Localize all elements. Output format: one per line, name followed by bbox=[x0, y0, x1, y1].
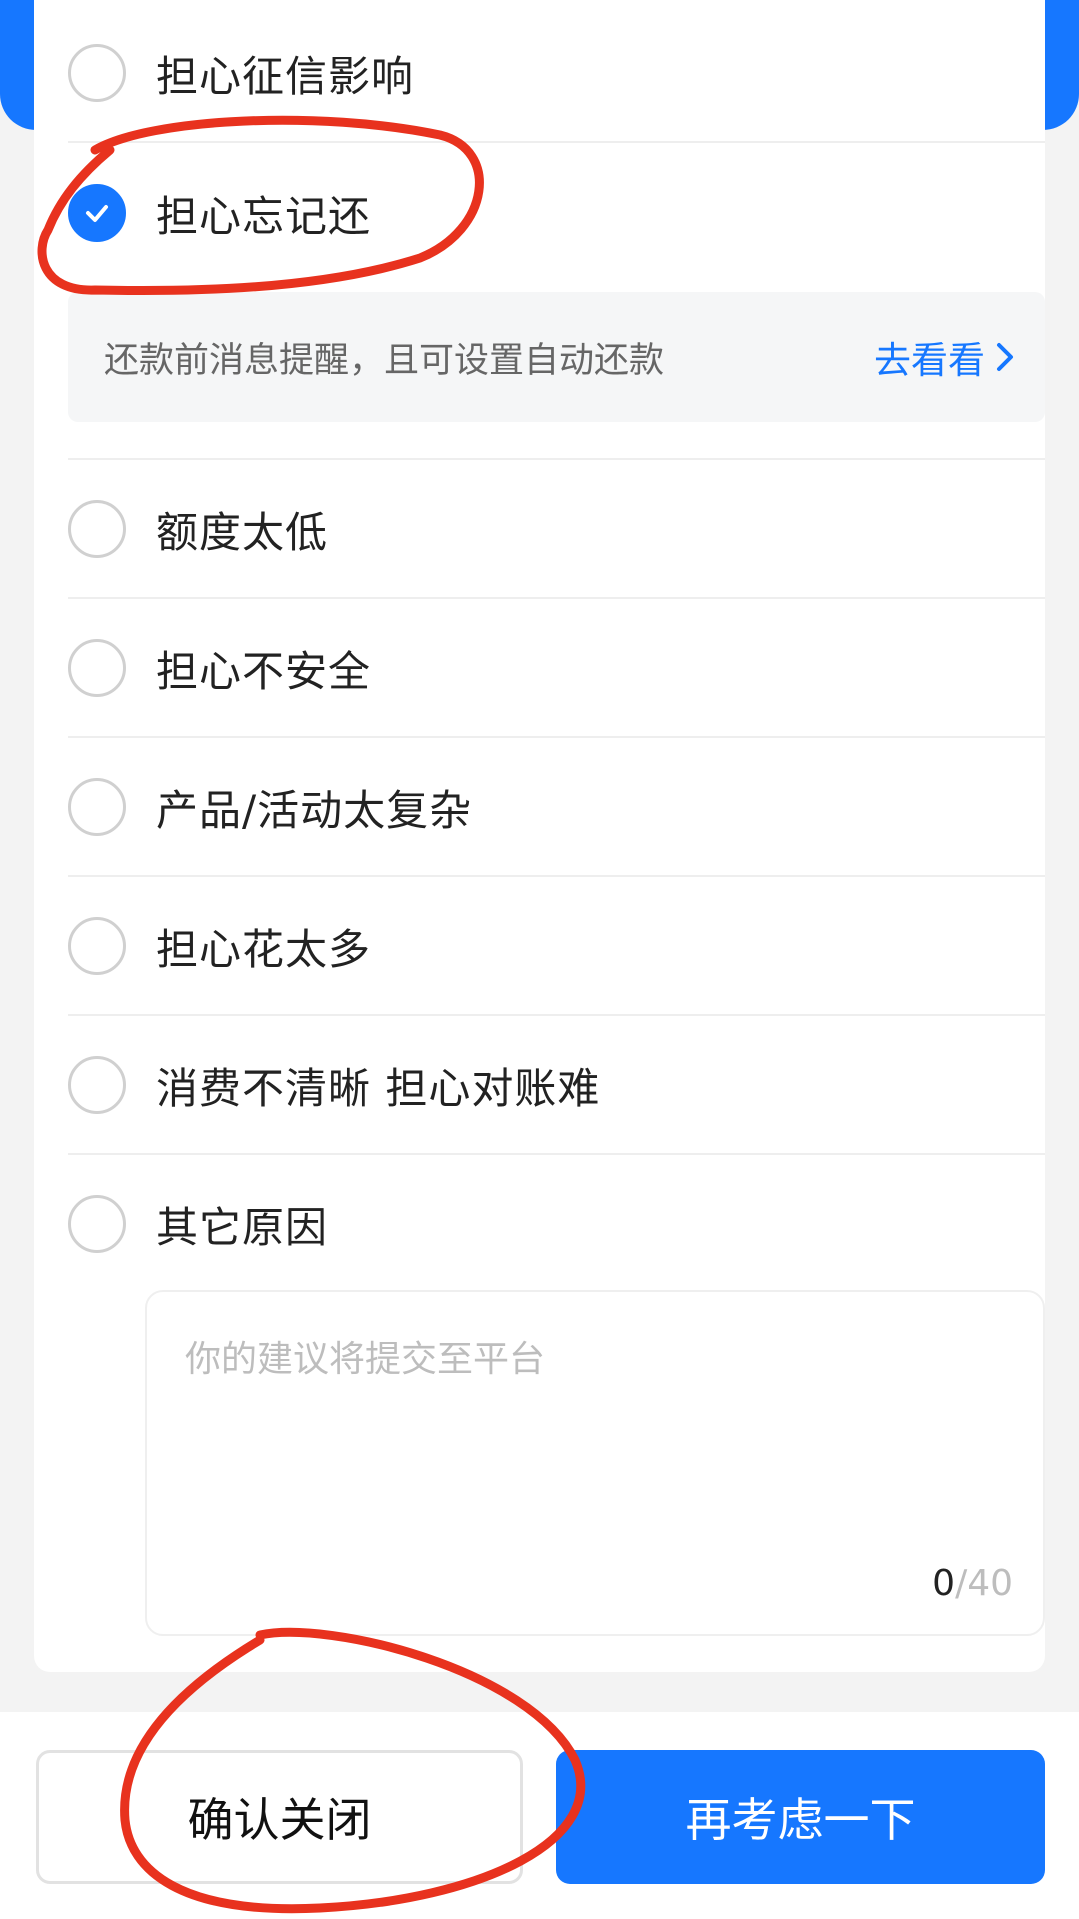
feedback-input[interactable] bbox=[183, 1328, 1007, 1552]
char-count: 0 bbox=[932, 1563, 956, 1604]
option-other-reason[interactable]: 其它原因 bbox=[68, 1155, 1045, 1293]
radio-unchecked-icon[interactable] bbox=[68, 500, 126, 558]
option-label: 其它原因 bbox=[156, 1202, 329, 1252]
option-forget-repay[interactable]: 担心忘记还 bbox=[68, 144, 1045, 282]
radio-checked-icon[interactable] bbox=[68, 184, 126, 242]
option-label: 额度太低 bbox=[156, 507, 329, 557]
option-overspend[interactable]: 担心花太多 bbox=[68, 877, 1045, 1015]
go-see-link[interactable]: 去看看 bbox=[874, 292, 1015, 422]
option-label: 担心征信影响 bbox=[156, 51, 415, 101]
radio-unchecked-icon[interactable] bbox=[68, 917, 126, 975]
option-label: 担心不安全 bbox=[156, 646, 372, 696]
option-credit-impact[interactable]: 担心征信影响 bbox=[68, 4, 1045, 142]
confirm-close-button[interactable]: 确认关闭 bbox=[36, 1750, 523, 1884]
option-too-complex[interactable]: 产品/活动太复杂 bbox=[68, 738, 1045, 876]
option-label: 担心花太多 bbox=[156, 924, 372, 974]
reminder-tip: 还款前消息提醒，且可设置自动还款 去看看 bbox=[68, 292, 1045, 422]
reconsider-button[interactable]: 再考虑一下 bbox=[556, 1750, 1045, 1884]
option-unclear-spending[interactable]: 消费不清晰 担心对账难 bbox=[68, 1016, 1045, 1154]
option-low-limit[interactable]: 额度太低 bbox=[68, 460, 1045, 598]
go-see-label: 去看看 bbox=[874, 339, 985, 382]
option-label: 担心忘记还 bbox=[156, 191, 372, 241]
chevron-right-icon bbox=[997, 343, 1013, 371]
option-unsafe[interactable]: 担心不安全 bbox=[68, 599, 1045, 737]
feedback-box: 0/40 bbox=[145, 1290, 1045, 1636]
char-max: /40 bbox=[955, 1563, 1013, 1604]
reason-panel: 担心征信影响 担心忘记还 还款前消息提醒，且可设置自动还款 去看看 额度太低 担… bbox=[34, 0, 1045, 1672]
radio-unchecked-icon[interactable] bbox=[68, 1056, 126, 1114]
option-label: 产品/活动太复杂 bbox=[156, 785, 473, 835]
option-label: 消费不清晰 担心对账难 bbox=[156, 1063, 601, 1113]
radio-unchecked-icon[interactable] bbox=[68, 778, 126, 836]
radio-unchecked-icon[interactable] bbox=[68, 639, 126, 697]
tip-text: 还款前消息提醒，且可设置自动还款 bbox=[104, 340, 665, 381]
char-counter: 0/40 bbox=[932, 1563, 1013, 1604]
radio-unchecked-icon[interactable] bbox=[68, 1195, 126, 1253]
divider bbox=[68, 141, 1045, 143]
radio-unchecked-icon[interactable] bbox=[68, 44, 126, 102]
